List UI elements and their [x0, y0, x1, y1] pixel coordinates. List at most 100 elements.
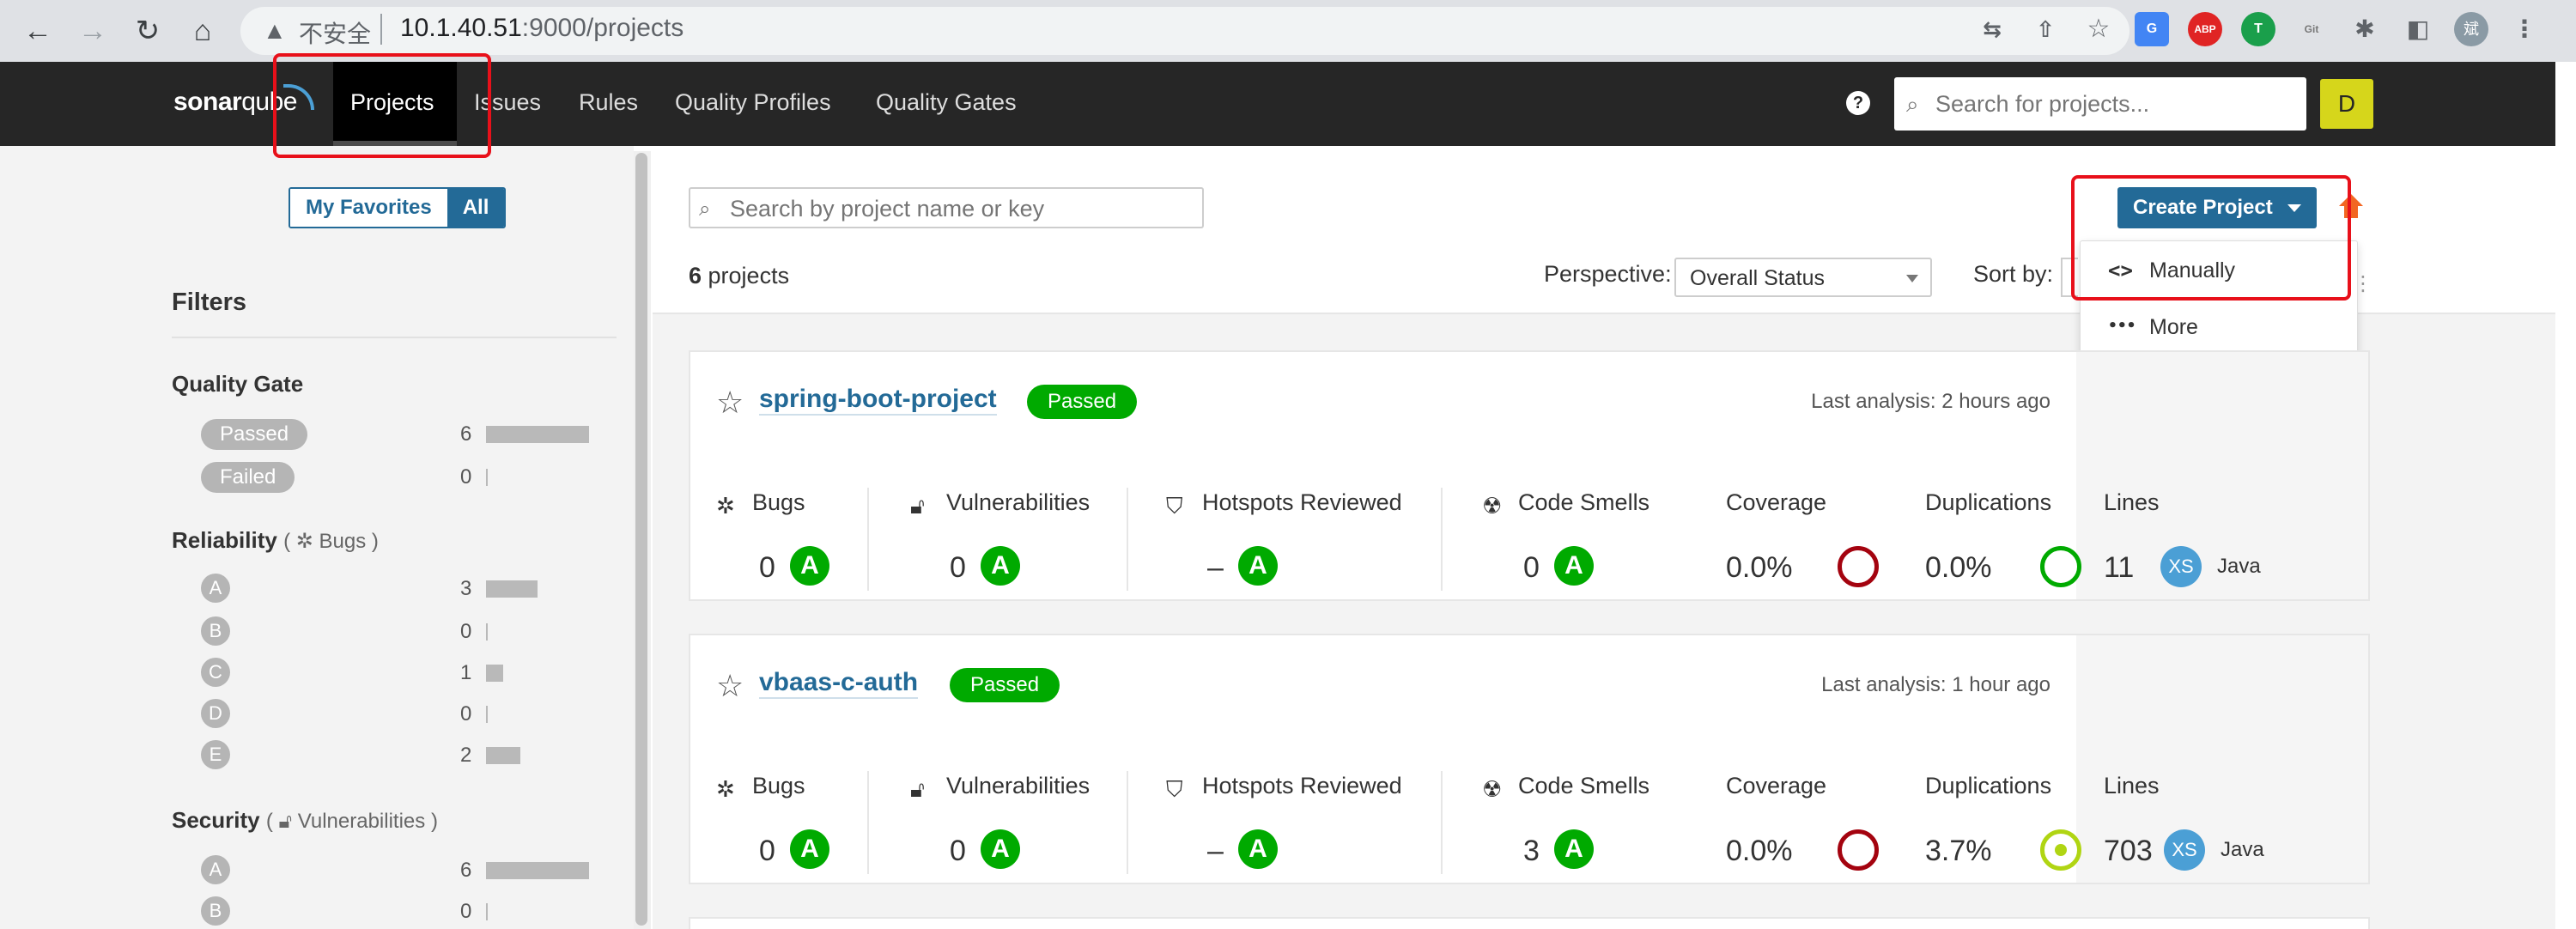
nav-projects[interactable]: Projects [333, 62, 457, 146]
project-count-number: 6 [689, 263, 702, 288]
rating-e[interactable]: E [201, 740, 230, 769]
tampermonkey-icon[interactable]: T [2241, 12, 2275, 46]
status-badge: Passed [1027, 385, 1138, 419]
quality-gate-facet-title: Quality Gate [172, 371, 304, 397]
favorite-star-icon[interactable]: ☆ [716, 385, 744, 421]
url-host: 10.1.40.51 [400, 14, 522, 42]
puzzle-icon[interactable]: ✱ [2348, 12, 2382, 46]
nav-rules[interactable]: Rules [579, 89, 638, 116]
facet-bar [486, 665, 503, 682]
project-search[interactable]: ⌕ [689, 187, 1204, 228]
favorite-star-icon[interactable]: ☆ [716, 668, 744, 704]
browser-profile-avatar[interactable]: 斌 [2454, 12, 2488, 46]
rating-c[interactable]: C [201, 658, 230, 687]
facet-passed[interactable]: Passed [201, 419, 308, 450]
my-favorites-button[interactable]: My Favorites [290, 189, 447, 227]
global-search-input[interactable] [1935, 88, 2296, 120]
rating-badge: A [1238, 546, 1278, 586]
nav-quality-gates[interactable]: Quality Gates [876, 89, 1017, 116]
metric-value: – [1207, 551, 1224, 584]
sort-select[interactable] [2061, 258, 2078, 297]
metric-value: 0.0% [1726, 835, 1793, 867]
all-button[interactable]: All [447, 189, 505, 227]
metric-label: Lines [2104, 773, 2160, 798]
shield-icon: ⛉ [1166, 493, 1183, 519]
metric-value: 703 [2104, 835, 2153, 867]
nav-issues[interactable]: Issues [474, 89, 541, 116]
homepage-icon[interactable] [2337, 192, 2365, 220]
facet-failed[interactable]: Failed [201, 462, 295, 493]
menu-item-more[interactable]: ••• More [2081, 300, 2359, 355]
facet-bar [486, 426, 589, 443]
rating-b[interactable]: B [201, 616, 230, 646]
rating-d[interactable]: D [201, 699, 230, 728]
facet-bar [486, 706, 488, 723]
metric-label: Code Smells [1518, 773, 1650, 798]
project-search-input[interactable] [730, 194, 1194, 223]
home-icon[interactable]: ⌂ [187, 15, 218, 46]
metric-divider [1127, 771, 1128, 874]
metric-divider [1441, 488, 1443, 591]
more-vert-icon[interactable]: ⋮ [2507, 12, 2542, 46]
sidebar-scrollbar[interactable] [635, 153, 647, 926]
perspective-select[interactable]: Overall Status [1674, 258, 1932, 297]
google-translate-icon[interactable]: G [2135, 12, 2169, 46]
metric-value: 11 [2104, 551, 2135, 584]
bug-icon: ✲ [716, 493, 735, 519]
code-smell-icon: ☢ [1482, 493, 1503, 519]
warning-icon[interactable]: ▲ [263, 17, 287, 45]
reload-icon[interactable]: ↻ [132, 15, 163, 46]
facet-bar [486, 862, 589, 879]
metric-label: Vulnerabilities [946, 489, 1091, 515]
translate-icon[interactable]: ⇆ [1975, 12, 2009, 46]
search-icon: ⌕ [699, 197, 711, 221]
search-icon: ⌕ [1906, 91, 1919, 117]
rating-badge: A [790, 829, 829, 869]
logo-arc-icon [283, 84, 314, 110]
insecure-label[interactable]: 不安全 [299, 15, 371, 50]
bookmark-star-icon[interactable]: ☆ [2081, 12, 2116, 46]
forward-icon[interactable]: → [77, 15, 108, 46]
user-avatar[interactable]: D [2320, 79, 2373, 129]
rating-badge: A [981, 546, 1020, 586]
url-text[interactable]: 10.1.40.51:9000/projects [400, 14, 683, 43]
menu-item-manually[interactable]: <> Manually [2081, 243, 2359, 298]
rating-b[interactable]: B [201, 896, 230, 926]
perspective-value: Overall Status [1690, 266, 1826, 290]
facet-count: 0 [460, 465, 472, 489]
bug-icon: ✲ [716, 776, 735, 802]
rating-a[interactable]: A [201, 574, 230, 603]
facet-bar [486, 903, 488, 920]
metric-label: Bugs [752, 773, 805, 798]
rating-a[interactable]: A [201, 855, 230, 884]
facet-count: 0 [460, 620, 472, 643]
filters-divider [172, 337, 617, 338]
metric-divider [867, 488, 869, 591]
nav-quality-profiles[interactable]: Quality Profiles [675, 89, 831, 116]
facet-count: 1 [460, 661, 472, 684]
project-name-link[interactable]: spring-boot-project [759, 385, 997, 416]
nav-projects-label: Projects [350, 89, 434, 115]
help-icon[interactable]: ? [1846, 91, 1870, 115]
security-sub: Vulnerabilities [297, 810, 426, 833]
perspective-label: Perspective: [1544, 261, 1672, 287]
sidepanel-icon[interactable]: ◧ [2401, 12, 2435, 46]
create-project-button[interactable]: Create Project [2117, 187, 2317, 228]
gitzip-icon[interactable]: Git [2294, 12, 2329, 46]
metric-divider [1127, 488, 1128, 591]
share-icon[interactable]: ⇧ [2028, 12, 2063, 46]
adblock-icon[interactable]: ABP [2188, 12, 2222, 46]
project-name-link[interactable]: vbaas-c-auth [759, 668, 919, 699]
more-horiz-icon: ••• [2108, 317, 2136, 335]
metric-label: Hotspots Reviewed [1202, 773, 1402, 798]
metric-value: 0 [1523, 551, 1540, 584]
metric-value: 3.7% [1925, 835, 1992, 867]
back-icon[interactable]: ← [22, 15, 53, 46]
facet-count: 0 [460, 900, 472, 923]
facet-bar [486, 623, 488, 641]
sonarqube-logo[interactable]: sonarqube [173, 88, 297, 117]
code-smell-icon: ☢ [1482, 776, 1503, 802]
security-title: Security [172, 807, 260, 833]
global-search[interactable]: ⌕ [1894, 77, 2306, 131]
metric-value: 0 [950, 551, 966, 584]
